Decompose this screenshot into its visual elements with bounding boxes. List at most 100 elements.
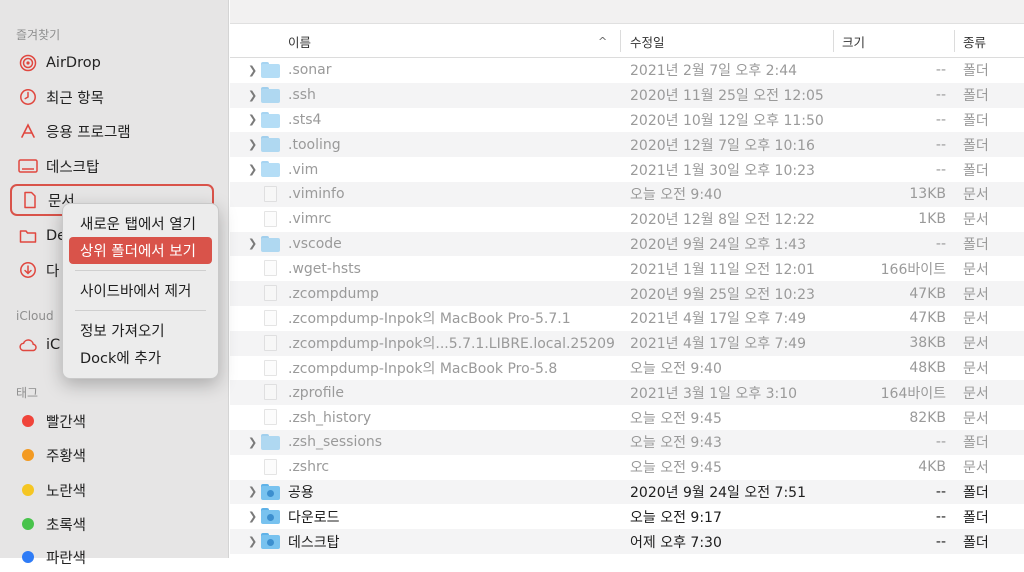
table-row[interactable]: .zcompdump 2020년 9월 25일 오전 10:23 47KB 문서 [230,281,1024,306]
file-list-pane: 이름 ^ 수정일 크기 종류 ❯ .sonar 2021년 2월 7일 오후 2:4… [230,0,1024,558]
file-kind: 문서 [963,212,989,229]
column-header: 이름 ^ 수정일 크기 종류 [230,24,1024,58]
toolbar [230,0,1024,24]
column-modified-header[interactable]: 수정일 [630,24,665,58]
file-kind: 폴더 [963,112,989,129]
file-modified-date: 오늘 오전 9:40 [630,360,722,377]
file-modified-date: 오늘 오전 9:40 [630,187,722,204]
sidebar-item-recents[interactable]: 최근 항목 [10,82,214,112]
sidebar-tag-yellow[interactable]: 노란색 [10,475,214,505]
tag-orange-dot-icon [22,449,34,461]
disclosure-chevron-icon[interactable]: ❯ [248,485,258,498]
folder-icon [261,433,280,450]
disclosure-chevron-icon[interactable]: ❯ [248,138,258,151]
file-kind: 폴더 [963,534,989,551]
file-kind: 문서 [963,261,989,278]
file-name: .ssh [288,87,316,104]
column-kind-header[interactable]: 종류 [963,24,986,58]
document-icon [261,409,280,426]
disclosure-chevron-icon[interactable]: ❯ [248,535,258,548]
document-icon [261,260,280,277]
table-row[interactable]: ❯ .ssh 2020년 11월 25일 오전 12:05 -- 폴더 [230,82,1024,108]
file-modified-date: 2020년 9월 25일 오전 10:23 [630,286,815,303]
table-row[interactable]: ❯ .zsh_sessions 오늘 오전 9:43 -- 폴더 [230,429,1024,455]
menu-item-add-to-dock[interactable]: Dock에 추가 [69,344,212,371]
disclosure-chevron-icon[interactable]: ❯ [248,113,258,126]
sidebar-item-airdrop[interactable]: AirDrop [10,48,214,78]
tags-header: 태그 [16,386,39,400]
table-row[interactable]: .zcompdump-Inpok의 MacBook Pro-5.8 오늘 오전 9… [230,356,1024,381]
tag-green-dot-icon [22,518,34,530]
table-row[interactable]: .zsh_history 오늘 오전 9:45 82KB 문서 [230,405,1024,430]
table-row[interactable]: ❯ .vim 2021년 1월 30일 오후 10:23 -- 폴더 [230,157,1024,182]
folder-icon [261,111,280,128]
menu-item-get-info[interactable]: 정보 가져오기 [69,317,212,344]
download-icon [18,260,38,280]
table-row[interactable]: ❯ 데스크탑 어제 오후 7:30 -- 폴더 [230,529,1024,554]
table-row[interactable]: .zcompdump-Inpok의...5.7.1.LIBRE.local.25… [230,330,1024,356]
file-name: .zsh_sessions [288,434,383,451]
file-size: -- [935,87,946,104]
table-row[interactable]: .zprofile 2021년 3월 1일 오후 3:10 164바이트 문서 [230,380,1024,406]
menu-item-open-in-new-tab[interactable]: 새로운 탭에서 열기 [69,210,212,237]
sidebar-tag-red[interactable]: 빨간색 [10,406,214,436]
file-name: .zcompdump-Inpok의 MacBook Pro-5.7.1 [288,311,571,328]
file-name: .wget-hsts [288,260,361,277]
column-divider[interactable] [833,30,834,52]
desktop-icon [18,156,38,176]
disclosure-chevron-icon[interactable]: ❯ [248,89,258,102]
file-name: .vscode [288,235,342,252]
column-divider[interactable] [620,30,621,52]
tag-yellow-dot-icon [22,484,34,496]
context-menu: 새로운 탭에서 열기 상위 폴더에서 보기 사이드바에서 제거 정보 가져오기 … [62,203,219,379]
sidebar-item-desktop[interactable]: 데스크탑 [10,151,214,181]
file-name: .vim [288,161,319,178]
file-size: 47KB [909,285,946,302]
table-row[interactable]: ❯ 다운로드 오늘 오전 9:17 -- 폴더 [230,504,1024,529]
table-row[interactable]: ❯ .sonar 2021년 2월 7일 오후 2:44 -- 폴더 [230,58,1024,83]
file-kind: 문서 [963,360,989,377]
table-row[interactable]: .vimrc 2020년 12월 8일 오전 12:22 1KB 문서 [230,207,1024,232]
file-rows: ❯ .sonar 2021년 2월 7일 오후 2:44 -- 폴더 ❯ .ssh 2020년… [230,58,1024,554]
document-icon [261,185,280,202]
file-name: .zcompdump-Inpok의 MacBook Pro-5.8 [288,360,558,377]
file-kind: 문서 [963,385,989,402]
sidebar-tag-blue[interactable]: 파란색 [10,542,214,572]
column-divider[interactable] [954,30,955,52]
column-name-header[interactable]: 이름 [288,24,311,58]
column-size-header[interactable]: 크기 [842,24,865,58]
file-size: -- [935,434,946,451]
tag-blue-dot-icon [22,551,34,563]
file-kind: 문서 [963,336,989,353]
table-row[interactable]: ❯ .vscode 2020년 9월 24일 오후 1:43 -- 폴더 [230,231,1024,257]
menu-item-show-in-enclosing-folder[interactable]: 상위 폴더에서 보기 [69,237,212,264]
sidebar-item-label: 주황색 [46,448,87,465]
folder-icon [261,86,280,103]
table-row[interactable]: .viminfo 오늘 오전 9:40 13KB 문서 [230,181,1024,207]
table-row[interactable]: .zcompdump-Inpok의 MacBook Pro-5.7.1 2021년… [230,306,1024,331]
disclosure-chevron-icon[interactable]: ❯ [248,163,258,176]
icloud-header: iCloud [16,309,54,323]
sidebar-tag-green[interactable]: 초록색 [10,509,214,539]
document-icon [20,190,40,210]
table-row[interactable]: ❯ .sts4 2020년 10월 12일 오후 11:50 -- 폴더 [230,108,1024,133]
table-row[interactable]: .wget-hsts 2021년 1월 11일 오전 12:01 166바이트 문서 [230,256,1024,281]
file-kind: 문서 [963,187,989,204]
file-modified-date: 2020년 9월 24일 오전 7:51 [630,484,806,501]
sort-ascending-icon[interactable]: ^ [598,24,607,58]
sidebar-item-applications[interactable]: 응용 프로그램 [10,116,214,146]
sidebar-item-label: 초록색 [46,517,87,534]
menu-item-remove-from-sidebar[interactable]: 사이드바에서 제거 [69,277,212,304]
favorites-header: 즐겨찾기 [16,28,61,42]
file-size: -- [935,136,946,153]
disclosure-chevron-icon[interactable]: ❯ [248,237,258,250]
disclosure-chevron-icon[interactable]: ❯ [248,436,258,449]
file-modified-date: 2021년 1월 30일 오후 10:23 [630,162,815,179]
disclosure-chevron-icon[interactable]: ❯ [248,64,258,77]
table-row[interactable]: ❯ .tooling 2020년 12월 7일 오후 10:16 -- 폴더 [230,132,1024,158]
file-size: 82KB [909,409,946,426]
table-row[interactable]: .zshrc 오늘 오전 9:45 4KB 문서 [230,455,1024,480]
disclosure-chevron-icon[interactable]: ❯ [248,510,258,523]
table-row[interactable]: ❯ 공용 2020년 9월 24일 오전 7:51 -- 폴더 [230,479,1024,505]
sidebar-tag-orange[interactable]: 주황색 [10,440,214,470]
